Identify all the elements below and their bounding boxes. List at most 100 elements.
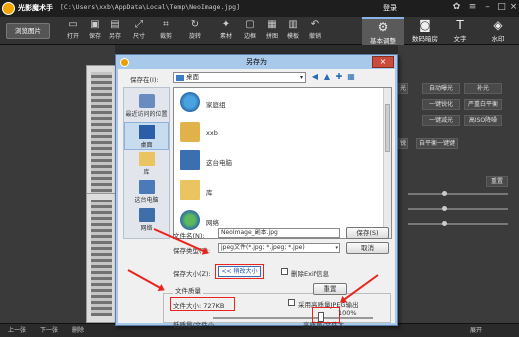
chevron-down-icon: ▾ — [299, 74, 303, 81]
border-tool[interactable]: ▢ 边框 — [239, 18, 261, 44]
material-tool[interactable]: ✦ 素材 — [215, 18, 237, 44]
photo-preview-bottom — [86, 193, 116, 323]
quality-percent: 100% — [338, 309, 357, 317]
adjust-slider-3[interactable] — [408, 223, 508, 225]
rotate-tool[interactable]: ↻ 旋转 — [184, 18, 206, 44]
browse-images-button[interactable]: 浏览图片 — [6, 23, 50, 39]
adjust-btn-reduce-light[interactable]: 一键减光 — [422, 115, 460, 126]
place-library[interactable]: 库 — [124, 152, 169, 176]
delete-image-button[interactable]: 删除 — [72, 326, 84, 336]
dialog-close-button[interactable]: × — [372, 56, 394, 68]
cancel-button[interactable]: 取消 — [346, 242, 389, 254]
library-icon — [138, 152, 155, 166]
delete-exif-label: 删除Exif信息 — [291, 270, 330, 278]
adjust-slider-2[interactable] — [408, 208, 508, 210]
adjust-icon: ⚙ — [377, 20, 389, 34]
login-button[interactable]: 登录 — [383, 3, 397, 13]
delete-exif-checkbox[interactable] — [281, 268, 288, 275]
adjust-slider-3-thumb[interactable] — [442, 221, 447, 226]
tab-watermark[interactable]: ◈ 水印 — [477, 17, 519, 45]
app-logo-icon — [2, 2, 15, 15]
place-network[interactable]: 网络 — [124, 208, 169, 232]
low-quality-label: 低质量/文件小 — [173, 321, 215, 329]
place-this-pc[interactable]: 这台电脑 — [124, 180, 169, 204]
recent-places-icon — [138, 94, 155, 108]
minimize-icon[interactable]: – — [481, 1, 494, 14]
adjust-btn-white-balance[interactable]: 严重白平衡 — [464, 99, 502, 110]
watermark-icon: ◈ — [493, 18, 503, 32]
desktop-folder-icon — [176, 75, 184, 81]
adjust-slider-1-thumb[interactable] — [442, 191, 447, 196]
crop-tool[interactable]: ⌗ 裁剪 — [155, 18, 177, 44]
file-item[interactable]: 库 — [180, 180, 360, 204]
up-folder-icon[interactable]: ▲ — [322, 72, 332, 82]
file-item[interactable]: 家庭组 — [180, 92, 360, 116]
dialog-title: 另存为 — [246, 58, 267, 66]
adjust-btn-sharpen[interactable]: 一键锐化 — [422, 99, 460, 110]
adjust-btn-denoise[interactable]: 高ISO降噪 — [464, 115, 502, 126]
adjust-btn-light[interactable]: 光 — [398, 83, 408, 94]
app-name: 光影魔术手 — [18, 4, 53, 12]
scrollbar-thumb[interactable] — [385, 104, 390, 152]
expand-button[interactable]: 展开 — [470, 326, 482, 336]
chevron-down-icon: ▾ — [335, 245, 338, 251]
places-bar: 最近访问的位置 桌面 库 这台电脑 网络 — [123, 87, 170, 239]
save-button[interactable]: 保存(S) — [346, 227, 389, 239]
collage-icon: ▦ — [267, 19, 277, 30]
app-file-path: [C:\Users\xxb\AppData\Local\Temp\NeoImag… — [60, 3, 241, 11]
quality-reset-button[interactable]: 重置 — [313, 283, 347, 295]
main-toolbar: 浏览图片 ▭ 打开 ▣ 保存 ▤ 另存 ⤢ 尺寸 ⌗ 裁剪 ↻ 旋转 ✦ 素材 ▢ 边框 ▦ 拼图… — [0, 17, 519, 45]
high-quality-jpeg-checkbox[interactable] — [288, 299, 295, 306]
view-menu-icon[interactable]: ▦ — [346, 72, 356, 82]
back-icon[interactable]: ◀ — [310, 72, 320, 82]
adjust-btn-fill-light[interactable]: 补光 — [464, 83, 502, 94]
image-canvas — [0, 45, 116, 323]
look-in-label: 保存在(I): — [130, 76, 159, 84]
crop-icon: ⌗ — [163, 19, 169, 30]
new-folder-icon[interactable]: ✚ — [334, 72, 344, 82]
save-tool[interactable]: ▣ 保存 — [84, 18, 106, 44]
text-icon: T — [456, 18, 464, 32]
size-tool[interactable]: ⤢ 尺寸 — [128, 18, 150, 44]
adjust-btn-auto-exposure[interactable]: 自动曝光 — [422, 83, 460, 94]
file-list-scrollbar[interactable] — [383, 88, 391, 238]
photo-preview-top — [86, 65, 116, 205]
rotate-icon: ↻ — [190, 19, 200, 30]
next-image-button[interactable]: 下一张 — [40, 326, 58, 336]
close-icon[interactable]: × — [507, 1, 519, 14]
place-desktop[interactable]: 桌面 — [124, 122, 169, 150]
open-tool[interactable]: ▭ 打开 — [62, 18, 84, 44]
annotation-box-expand — [215, 264, 264, 279]
place-recent[interactable]: 最近访问的位置 — [124, 94, 169, 118]
file-item[interactable]: xxb — [180, 122, 360, 146]
file-item[interactable]: 这台电脑 — [180, 150, 360, 174]
filetype-select[interactable]: jpeg文件(*.jpg; *.jpeg; *.jpe) ▾ — [218, 243, 340, 253]
adjust-reset-button[interactable]: 重置 — [486, 176, 508, 187]
save-as-tool[interactable]: ▤ 另存 — [104, 18, 126, 44]
template-icon: ▥ — [288, 19, 298, 30]
computer-icon — [180, 150, 200, 170]
tab-basic-adjust[interactable]: ⚙ 基本调整 — [362, 17, 404, 45]
skin-icon[interactable]: ✿ — [450, 1, 463, 14]
undo-tool[interactable]: ↶ 撤销 — [304, 18, 326, 44]
border-icon: ▢ — [245, 19, 255, 30]
filename-input[interactable]: NeoImage_副本.jpg — [218, 228, 340, 238]
quality-slider[interactable] — [213, 317, 373, 319]
look-in-select[interactable]: 桌面 ▾ — [173, 72, 306, 83]
prev-image-button[interactable]: 上一张 — [8, 326, 26, 336]
menu-icon[interactable]: ≡ — [466, 1, 479, 14]
adjust-slider-2-thumb[interactable] — [442, 206, 447, 211]
app-titlebar: 光影魔术手 [C:\Users\xxb\AppData\Local\Temp\N… — [0, 0, 519, 17]
annotation-box-filesize — [170, 297, 235, 311]
adjust-btn-sharp[interactable]: 锐 — [398, 138, 408, 149]
high-quality-label: 高质量/文件大 — [303, 321, 345, 329]
adjust-btn-auto-balance[interactable]: 自平衡一键键 — [416, 138, 458, 149]
tab-text[interactable]: T 文字 — [439, 17, 481, 45]
collage-tool[interactable]: ▦ 拼图 — [261, 18, 283, 44]
undo-icon: ↶ — [310, 19, 320, 30]
network-icon — [180, 210, 200, 230]
folder-icon: ▭ — [68, 19, 78, 30]
file-list: 家庭组 xxb 这台电脑 库 网络 — [173, 87, 392, 239]
adjust-slider-1[interactable] — [408, 193, 508, 195]
template-tool[interactable]: ▥ 模板 — [282, 18, 304, 44]
